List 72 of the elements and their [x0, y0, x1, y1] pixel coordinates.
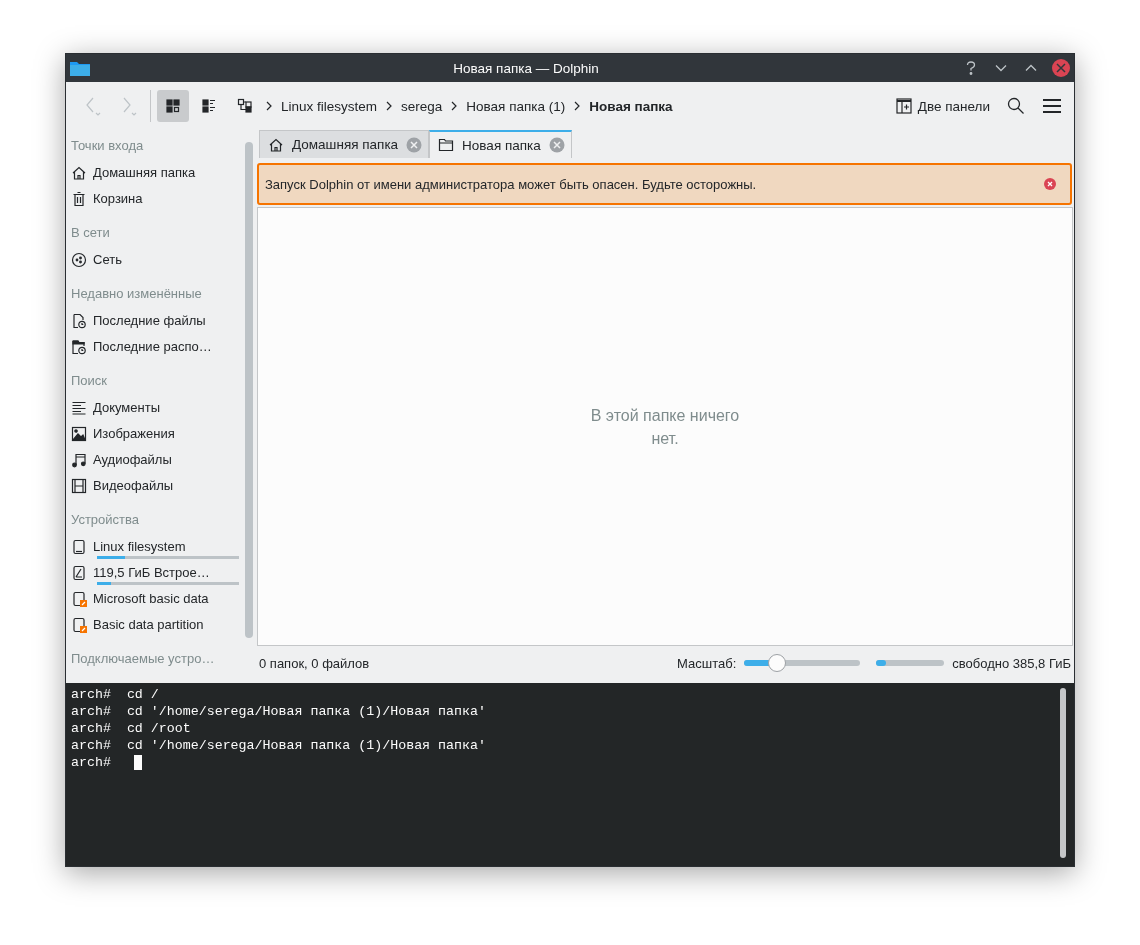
breadcrumb[interactable]: Linux filesystem [277, 98, 382, 114]
dismiss-icon[interactable] [1044, 178, 1056, 190]
terminal-line: arch# cd '/home/serega/Новая папка (1)/Новая папка' [71, 737, 487, 754]
places-item[interactable]: Сеть [71, 247, 243, 273]
chevron-icon [450, 101, 459, 111]
terminal-line: arch# cd / [71, 686, 160, 703]
image-icon [71, 426, 87, 442]
breadcrumb[interactable]: Новая папка [585, 98, 677, 114]
recent-folder-icon [71, 339, 87, 355]
icon-grid-icon [165, 98, 181, 114]
terminal-line: arch# cd /root [71, 720, 192, 737]
drive-icon [71, 539, 87, 555]
section-heading: Устройства [71, 511, 140, 529]
document-lines-icon [71, 400, 87, 416]
item-count: 0 папок, 0 файлов [259, 655, 370, 671]
places-item[interactable]: Домашняя папка [71, 160, 243, 186]
tree-view-icon [237, 98, 253, 114]
close-tab-icon[interactable] [406, 136, 423, 153]
tab[interactable]: Новая папка [429, 130, 572, 158]
places-item[interactable]: Видеофайлы [71, 473, 243, 499]
chevron-icon [573, 101, 582, 111]
split-panel-icon [895, 98, 912, 114]
breadcrumb[interactable]: Новая папка (1) [462, 98, 570, 114]
folder-app-icon [70, 60, 90, 76]
folder-icon [438, 137, 455, 153]
places-item[interactable]: Microsoft basic data [71, 586, 243, 612]
places-item[interactable]: Linux filesystem [71, 534, 243, 560]
zoom-slider[interactable] [744, 654, 861, 672]
drive-warning-icon [71, 591, 87, 607]
music-note-icon [71, 452, 87, 468]
terminal-line: arch# cd '/home/serega/Новая папка (1)/Новая папка' [71, 703, 487, 720]
close-tab-icon[interactable] [548, 137, 565, 153]
recent-file-icon [71, 313, 87, 329]
home-icon [71, 165, 87, 181]
section-heading: Поиск [71, 372, 109, 390]
terminal-line: arch# [71, 754, 1060, 771]
places-item[interactable]: Аудиофайлы [71, 447, 243, 473]
trash-icon [71, 191, 87, 207]
chevron-icon [265, 101, 273, 111]
places-item[interactable]: Корзина [71, 186, 243, 212]
film-icon [71, 478, 87, 494]
view-mode-button[interactable] [157, 90, 189, 122]
tab[interactable]: Домашняя папка [259, 130, 430, 158]
warning-message: Запуск Dolphin от имени администратора может быть опасен. Будьте осторожны. [265, 176, 758, 192]
terminal-panel[interactable]: arch# cd / arch# cd '/home/serega/Новая папка (1)/Новая папка' arch# cd /root arch# cd '/home/serega/Новая папка (1)/Новая папка' arch# [66, 683, 1074, 866]
zoom-label: Масштаб: [677, 655, 737, 671]
places-item[interactable]: Документы [71, 395, 243, 421]
places-item[interactable]: Basic data partition [71, 612, 243, 638]
close-icon[interactable] [1056, 63, 1066, 73]
empty-folder-message: В этой папке ничего нет. [589, 405, 741, 449]
home-icon [268, 136, 284, 153]
free-space-label: свободно 385,8 ГиБ [952, 655, 1071, 671]
section-heading: Точки входа [71, 137, 145, 155]
section-heading: Подключаемые устро… [71, 650, 216, 668]
chevron-icon [385, 101, 394, 111]
breadcrumb[interactable]: serega [397, 98, 447, 114]
close-button[interactable] [1052, 59, 1070, 77]
window-title: Новая папка — Dolphin [452, 60, 600, 76]
split-view-button[interactable]: Две панели [889, 92, 996, 120]
places-item[interactable]: Последние распо… [71, 334, 243, 360]
places-item[interactable]: Изображения [71, 421, 243, 447]
places-item[interactable]: Последние файлы [71, 308, 243, 334]
drive-icon [71, 565, 87, 581]
drive-warning-icon [71, 617, 87, 633]
network-icon [71, 252, 87, 268]
free-space-bar [876, 660, 945, 666]
section-heading: В сети [71, 224, 111, 242]
scrollbar[interactable] [245, 142, 253, 638]
scrollbar[interactable] [1060, 688, 1066, 858]
section-heading: Недавно изменённые [71, 285, 203, 303]
detail-list-icon [201, 98, 217, 114]
places-item[interactable]: 119,5 ГиБ Встрое… [71, 560, 243, 586]
